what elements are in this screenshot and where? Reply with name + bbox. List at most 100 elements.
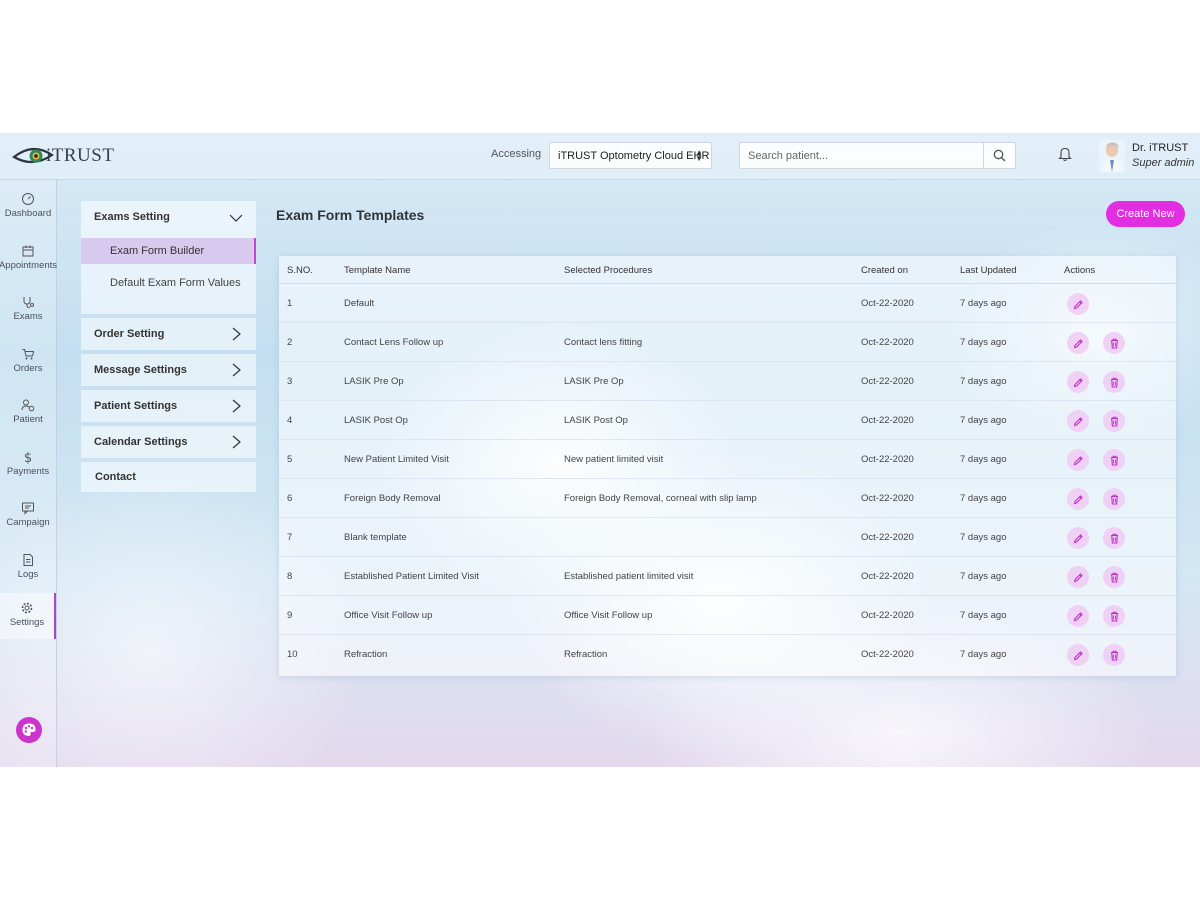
cell-sno: 2 — [287, 337, 293, 348]
col-header-last-updated: Last Updated — [960, 265, 1017, 276]
delete-button[interactable] — [1103, 488, 1125, 510]
document-icon — [23, 554, 33, 566]
nav-dashboard[interactable]: Dashboard — [0, 186, 56, 226]
nav-logs[interactable]: Logs — [0, 547, 56, 587]
itrust-logo[interactable]: iTRUST — [12, 142, 114, 170]
cell-created-on: Oct-22-2020 — [861, 298, 914, 309]
stethoscope-icon — [23, 297, 34, 308]
search-icon — [993, 149, 1006, 162]
delete-button[interactable] — [1103, 449, 1125, 471]
edit-button[interactable] — [1067, 527, 1089, 549]
svg-text:$: $ — [24, 451, 32, 464]
pencil-icon — [1073, 416, 1083, 426]
pencil-icon — [1073, 494, 1083, 504]
cell-created-on: Oct-22-2020 — [861, 415, 914, 426]
order-setting-group[interactable]: Order Setting — [81, 318, 256, 350]
menu-spacer — [81, 298, 256, 314]
pencil-icon — [1073, 338, 1083, 348]
menu-item-exam-form-builder[interactable]: Exam Form Builder — [81, 238, 256, 264]
edit-button[interactable] — [1067, 293, 1089, 315]
top-header: iTRUST Accessing iTRUST Optometry Cloud … — [0, 133, 1200, 180]
cell-selected-procedures: Refraction — [564, 649, 608, 660]
menu-label: Default Exam Form Values — [110, 277, 241, 289]
cell-sno: 7 — [287, 532, 293, 543]
order-setting-header[interactable]: Order Setting — [81, 318, 256, 350]
calendar-settings-header[interactable]: Calendar Settings — [81, 426, 256, 458]
nav-settings[interactable]: Settings — [0, 593, 56, 639]
nav-orders[interactable]: Orders — [0, 341, 56, 381]
exams-setting-group: Exams Setting Exam Form Builder Default … — [81, 201, 256, 314]
organization-select-value: iTRUST Optometry Cloud EHR — [558, 149, 710, 162]
cell-template-name: LASIK Pre Op — [344, 376, 404, 387]
cell-selected-procedures: LASIK Pre Op — [564, 376, 624, 387]
edit-button[interactable] — [1067, 644, 1089, 666]
palette-icon — [22, 723, 36, 736]
table-row: 6 Foreign Body Removal Foreign Body Remo… — [279, 479, 1176, 518]
pencil-icon — [1073, 650, 1083, 660]
delete-button[interactable] — [1103, 605, 1125, 627]
calendar-settings-group[interactable]: Calendar Settings — [81, 426, 256, 458]
col-header-template-name: Template Name — [344, 265, 411, 276]
pencil-icon — [1073, 533, 1083, 543]
delete-button[interactable] — [1103, 566, 1125, 588]
pencil-icon — [1073, 572, 1083, 582]
edit-button[interactable] — [1067, 332, 1089, 354]
organization-select[interactable]: iTRUST Optometry Cloud EHR ▲ ▼ — [549, 142, 712, 169]
exams-setting-header[interactable]: Exams Setting — [81, 201, 256, 233]
delete-button[interactable] — [1103, 527, 1125, 549]
search-input[interactable] — [740, 143, 980, 168]
chevron-right-icon — [232, 327, 241, 341]
edit-button[interactable] — [1067, 371, 1089, 393]
delete-button[interactable] — [1103, 410, 1125, 432]
delete-button[interactable] — [1103, 371, 1125, 393]
cell-selected-procedures: Contact lens fitting — [564, 337, 643, 348]
edit-button[interactable] — [1067, 605, 1089, 627]
cell-last-updated: 7 days ago — [960, 571, 1007, 582]
calendar-icon — [22, 245, 34, 257]
cell-last-updated: 7 days ago — [960, 415, 1007, 426]
nav-label: Campaign — [6, 517, 50, 528]
cell-created-on: Oct-22-2020 — [861, 610, 914, 621]
cell-sno: 1 — [287, 298, 293, 309]
user-name: Dr. iTRUST — [1132, 142, 1189, 154]
nav-label: Payments — [6, 466, 50, 477]
edit-button[interactable] — [1067, 566, 1089, 588]
patient-settings-header[interactable]: Patient Settings — [81, 390, 256, 422]
nav-exams[interactable]: Exams — [0, 289, 56, 329]
create-new-button[interactable]: Create New — [1106, 201, 1185, 227]
cell-template-name: Contact Lens Follow up — [344, 337, 444, 348]
cell-last-updated: 7 days ago — [960, 610, 1007, 621]
delete-button[interactable] — [1103, 332, 1125, 354]
cell-template-name: Foreign Body Removal — [344, 493, 441, 504]
menu-item-default-exam-form-values[interactable]: Default Exam Form Values — [81, 272, 256, 298]
accessing-label: Accessing — [491, 148, 542, 160]
col-header-sno: S.NO. — [287, 265, 313, 276]
cell-template-name: Refraction — [344, 649, 388, 660]
notification-bell-icon[interactable] — [1058, 146, 1072, 162]
app-window: iTRUST Accessing iTRUST Optometry Cloud … — [0, 133, 1200, 767]
table-body: 1 Default Oct-22-2020 7 days ago 2 Conta… — [279, 284, 1176, 674]
theme-palette-button[interactable] — [16, 717, 42, 743]
trash-icon — [1110, 455, 1118, 466]
search-button[interactable] — [983, 143, 1015, 168]
nav-appointments[interactable]: Appointments — [0, 238, 57, 278]
user-avatar[interactable] — [1099, 140, 1125, 172]
edit-button[interactable] — [1067, 488, 1089, 510]
cell-created-on: Oct-22-2020 — [861, 493, 914, 504]
cell-template-name: Blank template — [344, 532, 407, 543]
menu-label: Exams Setting — [94, 211, 170, 223]
menu-label: Message Settings — [94, 364, 187, 376]
menu-item-contact[interactable]: Contact — [81, 462, 256, 492]
edit-button[interactable] — [1067, 449, 1089, 471]
edit-button[interactable] — [1067, 410, 1089, 432]
message-settings-header[interactable]: Message Settings — [81, 354, 256, 386]
nav-payments[interactable]: $ Payments — [0, 444, 56, 484]
table-row: 7 Blank template Oct-22-2020 7 days ago — [279, 518, 1176, 557]
nav-patient[interactable]: Patient — [0, 392, 56, 432]
patient-settings-group[interactable]: Patient Settings — [81, 390, 256, 422]
delete-button[interactable] — [1103, 644, 1125, 666]
cell-selected-procedures: Foreign Body Removal, corneal with slip … — [564, 493, 757, 504]
message-settings-group[interactable]: Message Settings — [81, 354, 256, 386]
nav-campaign[interactable]: Campaign — [0, 495, 56, 535]
cell-template-name: New Patient Limited Visit — [344, 454, 449, 465]
